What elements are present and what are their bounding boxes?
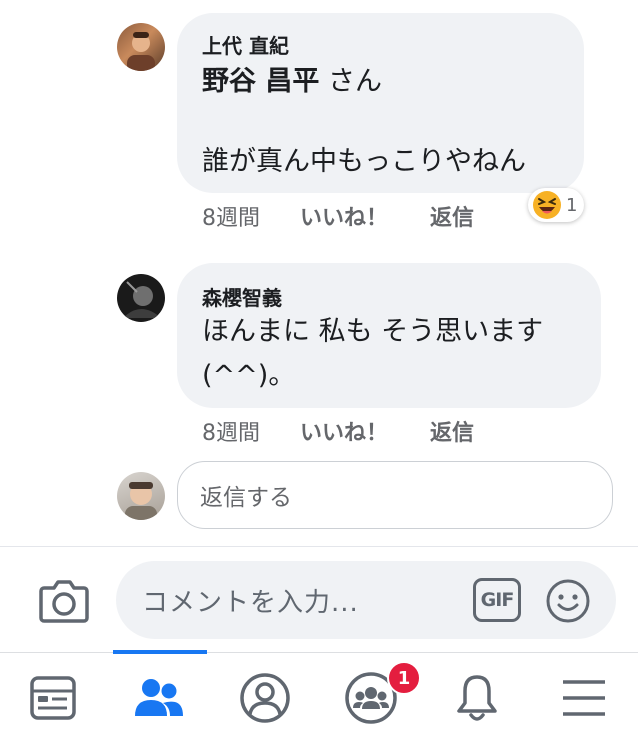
- camera-button[interactable]: [38, 576, 90, 624]
- profile-icon: [240, 672, 290, 723]
- camera-icon: [39, 580, 89, 623]
- laughing-emoji-icon: [533, 191, 561, 219]
- comment-text-line2: (^^)。: [202, 360, 296, 391]
- mention-link[interactable]: 野谷 昌平: [202, 66, 319, 97]
- hamburger-menu-icon: [563, 679, 605, 716]
- comment-text-line1: ほんまに 私も そう思います: [202, 316, 544, 347]
- emoji-button[interactable]: [545, 578, 591, 624]
- comment-placeholder: コメントを入力...: [142, 587, 359, 618]
- bell-icon: [457, 674, 497, 721]
- reply-input[interactable]: 返信する: [177, 461, 613, 529]
- gif-button[interactable]: GIF: [473, 578, 521, 622]
- reply-button[interactable]: 返信: [430, 200, 474, 232]
- comment-timestamp[interactable]: 8週間: [202, 200, 260, 232]
- nav-friends[interactable]: [106, 655, 212, 740]
- smiley-icon: [546, 579, 590, 623]
- gif-label: GIF: [480, 589, 515, 611]
- reaction-count: 1: [566, 194, 578, 216]
- nav-menu[interactable]: [530, 655, 638, 740]
- comment-timestamp[interactable]: 8週間: [202, 415, 260, 447]
- active-tab-indicator: [113, 650, 207, 654]
- current-user-avatar: [117, 472, 165, 520]
- nav-news-feed[interactable]: [0, 655, 106, 740]
- commenter-avatar[interactable]: [117, 23, 165, 71]
- avatar-photo-icon: [125, 482, 157, 520]
- reaction-summary[interactable]: 1: [528, 188, 585, 222]
- commenter-avatar[interactable]: [117, 274, 165, 322]
- divider: [0, 546, 638, 547]
- friends-icon: [135, 678, 183, 716]
- comment-composer[interactable]: コメントを入力...: [116, 561, 616, 639]
- like-button[interactable]: いいね！: [300, 415, 388, 447]
- reply-button[interactable]: 返信: [430, 415, 474, 447]
- comment-author[interactable]: 森櫻智義: [202, 282, 282, 311]
- avatar-photo-icon: [127, 32, 155, 71]
- comment-text-line1: 野谷 昌平 さん: [202, 62, 382, 102]
- comment-author[interactable]: 上代 直紀: [202, 30, 289, 59]
- nav-divider: [0, 652, 638, 653]
- news-feed-icon: [30, 675, 76, 720]
- mention-suffix: さん: [319, 66, 382, 97]
- nav-profile[interactable]: [212, 655, 318, 740]
- reply-placeholder: 返信する: [200, 485, 292, 511]
- avatar-photo-icon: [123, 281, 161, 318]
- like-button[interactable]: いいね！: [300, 200, 388, 232]
- groups-notification-badge: 1: [387, 661, 421, 695]
- nav-notifications[interactable]: [424, 655, 530, 740]
- comment-text: 誰が真ん中もっこりやねん: [202, 146, 526, 177]
